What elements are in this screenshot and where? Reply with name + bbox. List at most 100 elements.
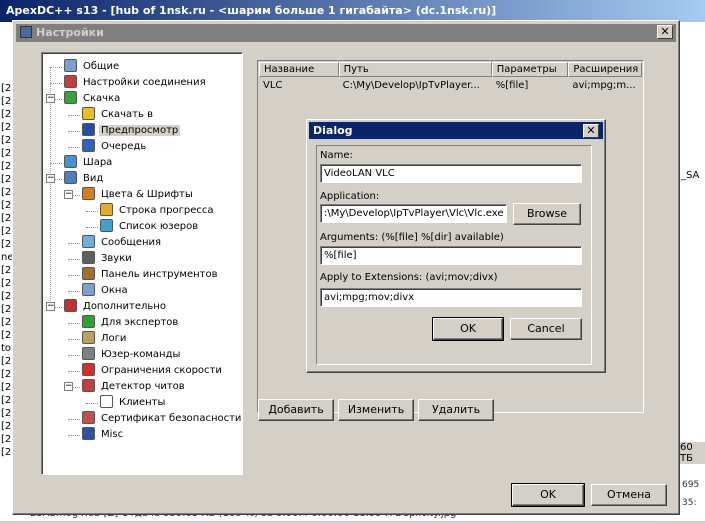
column-header-name[interactable]: Название — [259, 62, 339, 77]
general-icon — [64, 59, 77, 72]
cheat-detector-icon — [82, 379, 95, 392]
tree-item[interactable]: Предпросмотр — [82, 123, 181, 139]
tree-item[interactable]: Ограничения скорости — [82, 363, 224, 379]
tree-item-label: Список юзеров — [119, 221, 199, 232]
tree-item-label: Misc — [101, 429, 124, 440]
edit-app-title: Dialog — [313, 124, 353, 137]
edit-app-title-bar: Dialog — [309, 122, 603, 139]
tree-item-label: Ограничения скорости — [101, 365, 222, 376]
tree-line — [68, 115, 80, 116]
collapse-toggle-icon[interactable]: − — [46, 302, 55, 311]
column-header-path[interactable]: Путь — [338, 62, 492, 77]
close-icon[interactable]: ✕ — [583, 124, 599, 138]
tree-line — [68, 339, 80, 340]
progress-bar-icon — [100, 203, 113, 216]
arguments-field[interactable]: %[file] — [320, 246, 582, 265]
close-icon[interactable]: ✕ — [657, 25, 673, 39]
tree-item[interactable]: Окна — [82, 283, 130, 299]
advanced-icon — [64, 299, 77, 312]
settings-title-bar: Настройки — [16, 24, 676, 42]
tree-item[interactable]: Сообщения — [82, 235, 163, 251]
extensions-label: Apply to Extensions: (avi;mov;divx) — [320, 272, 498, 283]
tree-line — [86, 227, 98, 228]
cancel-button[interactable]: Отмена — [591, 484, 667, 506]
tree-line — [68, 419, 80, 420]
tree-item-label: Настройки соединения — [83, 77, 206, 88]
count-fragment: 695 — [682, 480, 700, 490]
collapse-toggle-icon[interactable]: − — [64, 190, 73, 199]
ok-button[interactable]: OK — [511, 483, 585, 507]
tree-line — [68, 323, 80, 324]
tree-item[interactable]: Юзер-команды — [82, 347, 182, 363]
table-row[interactable]: VLC C:\My\Develop\IpTvPlayer... %[file] … — [259, 78, 642, 93]
tree-item[interactable]: Сертификат безопасности — [82, 411, 243, 427]
tree-item-label: Сертификат безопасности — [101, 413, 242, 424]
tree-item-label: Строка прогресса — [119, 205, 214, 216]
column-header-params[interactable]: Параметры — [491, 62, 569, 77]
download-icon — [64, 91, 77, 104]
tree-line — [68, 131, 80, 132]
tree-item[interactable]: Скачать в — [82, 107, 155, 123]
tree-item[interactable]: Звуки — [82, 251, 134, 267]
tree-item[interactable]: Misc — [82, 427, 125, 443]
tree-line — [68, 259, 80, 260]
dialog-cancel-button[interactable]: Cancel — [510, 318, 582, 340]
browse-button[interactable]: Browse — [513, 203, 581, 225]
tree-item[interactable]: Для экспертов — [82, 315, 180, 331]
star-icon — [82, 107, 95, 120]
edit-button[interactable]: Изменить — [338, 399, 414, 421]
tree-item[interactable]: Цвета & Шрифты — [82, 187, 195, 203]
dialog-ok-button[interactable]: OK — [432, 317, 504, 341]
settings-tree[interactable]: Общие Настройки соединения Скачка Скачать в… — [41, 52, 243, 475]
extensions-field[interactable]: avi;mpg;mov;divx — [320, 288, 582, 307]
tree-item[interactable]: Вид — [64, 171, 105, 187]
tree-item-label: Панель инструментов — [101, 269, 218, 280]
tree-item[interactable]: Дополнительно — [64, 299, 168, 315]
share-size-fragment: 60 ТБ — [680, 442, 705, 464]
tree-item[interactable]: Список юзеров — [100, 219, 200, 235]
tree-item[interactable]: Очередь — [82, 139, 148, 155]
settings-app-icon — [20, 26, 32, 38]
certificate-icon — [82, 411, 95, 424]
tree-line — [50, 83, 62, 84]
tree-line — [50, 67, 62, 68]
name-label: Name: — [320, 150, 353, 161]
tree-line — [50, 163, 62, 164]
settings-title: Настройки — [36, 26, 104, 39]
name-field[interactable]: VideoLAN VLC — [320, 164, 582, 183]
tree-item[interactable]: Шара — [64, 155, 114, 171]
queue-icon — [82, 139, 95, 152]
column-header-extensions[interactable]: Расширения — [568, 62, 643, 77]
tree-item[interactable]: Общие — [64, 59, 121, 75]
tree-item[interactable]: Скачка — [64, 91, 122, 107]
user-list-icon — [100, 219, 113, 232]
tree-item[interactable]: Клиенты — [100, 395, 167, 411]
speed-limit-icon — [82, 363, 95, 376]
tree-item-label: Скачка — [83, 93, 121, 104]
row-name: VLC — [263, 80, 283, 91]
app-title-bar: ApexDC++ s13 - [hub of 1nsk.ru - <шарим … — [0, 0, 705, 22]
right-panel-edge: _SA 60 ТБ 695 35: 85 — [679, 22, 705, 524]
user-label-fragment: _SA — [681, 170, 700, 181]
collapse-toggle-icon[interactable]: − — [64, 382, 73, 391]
logs-icon — [82, 331, 95, 344]
application-field[interactable]: :\My\Develop\IpTvPlayer\Vlc\Vlc.exe — [320, 204, 507, 223]
tree-line — [68, 435, 80, 436]
collapse-toggle-icon[interactable]: − — [46, 174, 55, 183]
windows-icon — [82, 283, 95, 296]
collapse-toggle-icon[interactable]: − — [46, 94, 55, 103]
remove-button[interactable]: Удалить — [418, 399, 494, 421]
tree-line — [68, 371, 80, 372]
tree-line — [50, 67, 51, 307]
user-commands-icon — [82, 347, 95, 360]
tree-item[interactable]: Настройки соединения — [64, 75, 208, 91]
messages-icon — [82, 235, 95, 248]
edit-app-dialog: Dialog ✕ Name: VideoLAN VLC Application:… — [306, 119, 606, 373]
clients-icon — [100, 395, 113, 408]
tree-line — [68, 355, 80, 356]
tree-item[interactable]: Панель инструментов — [82, 267, 220, 283]
tree-item[interactable]: Детектор читов — [82, 379, 187, 395]
add-button[interactable]: Добавить — [258, 399, 334, 421]
tree-item[interactable]: Логи — [82, 331, 128, 347]
tree-item[interactable]: Строка прогресса — [100, 203, 216, 219]
